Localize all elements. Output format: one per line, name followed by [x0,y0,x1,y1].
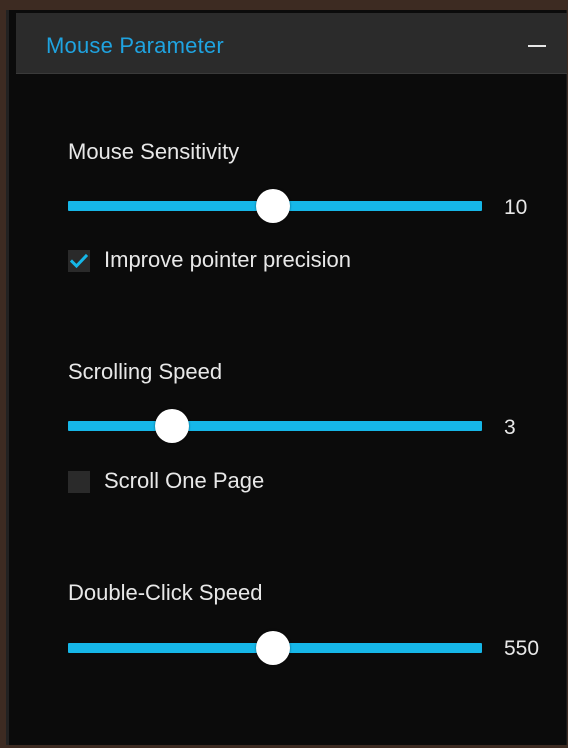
mouse-sensitivity-slider[interactable] [68,186,482,226]
scrolling-speed-slider[interactable] [68,406,482,446]
collapse-button[interactable] [523,28,549,58]
panel-header: Mouse Parameter [16,13,567,74]
slider-track [68,421,482,431]
mouse-sensitivity-label: Mouse Sensitivity [68,139,240,164]
improve-pointer-precision-checkbox[interactable]: Improve pointer precision [68,247,388,273]
scroll-one-page-label: Scroll One Page [104,468,265,493]
mouse-sensitivity-value: 10 [504,196,528,219]
double-click-speed-value: 550 [504,637,540,660]
double-click-speed-label: Double-Click Speed [68,580,263,605]
slider-thumb[interactable] [154,409,189,443]
slider-thumb[interactable] [255,189,290,223]
scrolling-speed-label: Scrolling Speed [68,359,223,384]
improve-pointer-precision-label: Improve pointer precision [104,247,352,272]
checkbox-unchecked-icon[interactable] [68,471,90,493]
scrolling-speed-value: 3 [504,416,516,439]
double-click-speed-slider[interactable] [68,628,482,668]
slider-thumb[interactable] [255,631,290,665]
scroll-one-page-checkbox[interactable]: Scroll One Page [68,468,298,494]
checkmark-icon [70,253,88,269]
checkbox-checked-icon[interactable] [68,250,90,272]
panel-title: Mouse Parameter [46,33,224,58]
minus-icon [528,45,546,47]
